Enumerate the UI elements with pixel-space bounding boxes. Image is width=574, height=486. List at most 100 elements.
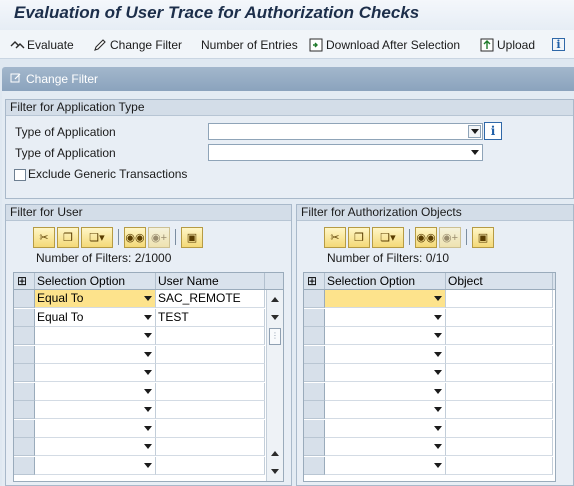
row-selector[interactable] [14, 401, 35, 419]
scroll-up-icon[interactable] [269, 293, 281, 305]
paste-button[interactable]: ❏▾ [372, 226, 404, 248]
chevron-down-icon[interactable] [431, 348, 444, 361]
row-selector[interactable] [14, 308, 35, 327]
selection-option-cell[interactable] [35, 438, 156, 456]
chevron-down-icon[interactable] [468, 125, 481, 138]
exclude-generic-transactions-checkbox[interactable] [14, 169, 26, 181]
selection-option-cell[interactable] [35, 401, 156, 419]
chevron-down-icon[interactable] [431, 422, 444, 435]
delete-button[interactable]: ▣ [181, 226, 203, 248]
chevron-down-icon[interactable] [141, 311, 154, 324]
selection-option-cell[interactable]: Equal To [35, 308, 156, 327]
change-filter-button[interactable]: Change Filter [93, 36, 182, 53]
table-row[interactable] [14, 438, 265, 456]
user-grid-scrollbar[interactable]: ⋮ [266, 290, 283, 481]
selection-option-cell[interactable] [325, 345, 446, 364]
paste-button[interactable]: ❏▾ [81, 226, 113, 248]
table-row[interactable] [14, 345, 265, 364]
user-name-cell[interactable] [156, 364, 265, 382]
selection-option-cell[interactable] [325, 456, 446, 475]
user-name-cell[interactable] [156, 382, 265, 401]
selection-option-cell[interactable] [325, 382, 446, 401]
table-row[interactable] [304, 308, 553, 327]
selection-option-cell[interactable] [35, 327, 156, 345]
chevron-down-icon[interactable] [141, 440, 154, 453]
user-name-cell[interactable]: SAC_REMOTE [156, 290, 265, 308]
row-selector[interactable] [14, 345, 35, 364]
application-type-info-button[interactable]: i [484, 122, 502, 140]
object-cell[interactable] [446, 438, 553, 456]
row-selector[interactable] [304, 345, 325, 364]
evaluate-button[interactable]: Evaluate [10, 36, 74, 53]
row-selector[interactable] [14, 327, 35, 345]
user-name-cell[interactable] [156, 345, 265, 364]
application-type-field-2[interactable] [208, 144, 483, 161]
table-row[interactable] [304, 290, 553, 308]
table-row[interactable] [14, 382, 265, 401]
scroll-thumb[interactable]: ⋮ [269, 328, 281, 345]
user-name-cell[interactable] [156, 419, 265, 438]
selection-option-cell[interactable] [35, 382, 156, 401]
user-name-cell[interactable] [156, 438, 265, 456]
column-header-object[interactable]: Object [446, 273, 553, 289]
chevron-down-icon[interactable] [141, 385, 154, 398]
delete-button[interactable]: ▣ [472, 226, 494, 248]
find-button[interactable]: ◉◉ [124, 226, 146, 248]
selection-option-cell[interactable] [325, 327, 446, 345]
row-selector[interactable] [14, 456, 35, 475]
row-selector[interactable] [304, 382, 325, 401]
object-cell[interactable] [446, 290, 553, 308]
row-selector[interactable] [14, 290, 35, 308]
row-selector[interactable] [304, 456, 325, 475]
table-row[interactable] [304, 364, 553, 382]
chevron-down-icon[interactable] [431, 311, 444, 324]
row-selector[interactable] [304, 419, 325, 438]
row-selector[interactable] [14, 438, 35, 456]
table-row[interactable]: Equal To SAC_REMOTE [14, 290, 265, 308]
table-row[interactable] [304, 419, 553, 438]
find-next-button[interactable]: ◉+ [148, 226, 170, 248]
find-next-button[interactable]: ◉+ [439, 226, 461, 248]
copy-button[interactable]: ❐ [57, 226, 79, 248]
chevron-down-icon[interactable] [431, 329, 444, 342]
chevron-down-icon[interactable] [141, 348, 154, 361]
table-row[interactable] [304, 345, 553, 364]
column-header-selection-option[interactable]: Selection Option [325, 273, 446, 289]
chevron-down-icon[interactable] [431, 292, 444, 305]
object-cell[interactable] [446, 364, 553, 382]
selection-option-cell[interactable] [325, 308, 446, 327]
object-cell[interactable] [446, 308, 553, 327]
download-after-selection-button[interactable]: Download After Selection [309, 36, 460, 53]
row-selector[interactable] [14, 419, 35, 438]
table-row[interactable] [14, 401, 265, 419]
object-cell[interactable] [446, 327, 553, 345]
table-row[interactable] [304, 401, 553, 419]
selection-option-cell[interactable] [325, 364, 446, 382]
table-row[interactable] [14, 364, 265, 382]
number-of-entries-button[interactable]: Number of Entries [201, 36, 298, 53]
copy-button[interactable]: ❐ [348, 226, 370, 248]
chevron-down-icon[interactable] [141, 292, 154, 305]
selection-option-cell[interactable] [325, 419, 446, 438]
chevron-down-icon[interactable] [141, 422, 154, 435]
upload-button[interactable]: Upload [480, 36, 535, 53]
toolbar-info-button[interactable]: i [552, 36, 565, 53]
selection-option-cell[interactable]: Equal To [35, 290, 156, 308]
selection-option-cell[interactable] [325, 401, 446, 419]
selection-option-cell[interactable] [325, 438, 446, 456]
column-header-user-name[interactable]: User Name [156, 273, 265, 289]
row-selector[interactable] [304, 401, 325, 419]
change-filter-panel-header[interactable]: Change Filter [2, 67, 574, 91]
selection-option-cell[interactable] [35, 456, 156, 475]
row-selector[interactable] [14, 382, 35, 401]
object-cell[interactable] [446, 456, 553, 475]
select-all-icon[interactable]: ⊞ [304, 273, 325, 289]
selection-option-cell[interactable] [325, 290, 446, 308]
table-row[interactable] [304, 382, 553, 401]
row-selector[interactable] [14, 364, 35, 382]
chevron-down-icon[interactable] [141, 329, 154, 342]
chevron-down-icon[interactable] [431, 366, 444, 379]
object-cell[interactable] [446, 401, 553, 419]
user-name-cell[interactable] [156, 456, 265, 475]
selection-option-cell[interactable] [35, 345, 156, 364]
